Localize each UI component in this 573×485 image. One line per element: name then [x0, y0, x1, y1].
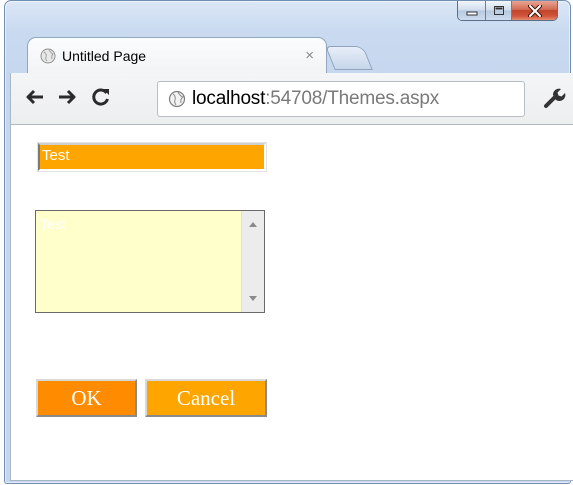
back-arrow-icon — [26, 89, 43, 105]
browser-toolbar: localhost:54708/Themes.aspx — [10, 73, 573, 125]
globe-icon — [40, 48, 56, 64]
back-button[interactable] — [23, 85, 47, 109]
close-window-button[interactable] — [511, 1, 557, 20]
test-textarea[interactable]: Test — [35, 210, 265, 313]
tab-title: Untitled Page — [62, 48, 147, 64]
scroll-down-arrow-icon[interactable] — [249, 296, 257, 302]
scroll-up-arrow-icon[interactable] — [249, 221, 257, 227]
browser-window: Untitled Page × localhost:54708/Themes.a… — [4, 0, 573, 484]
reload-button[interactable] — [89, 85, 113, 109]
address-bar[interactable]: localhost:54708/Themes.aspx — [157, 81, 525, 117]
forward-button[interactable] — [55, 85, 79, 109]
globe-icon — [168, 90, 186, 108]
ok-button[interactable]: OK — [36, 379, 137, 417]
forward-arrow-icon — [59, 89, 76, 105]
test-textbox[interactable]: Test — [37, 142, 267, 172]
minimize-button[interactable] — [458, 1, 485, 20]
url-path: :54708/Themes.aspx — [265, 88, 440, 109]
reload-icon — [92, 88, 109, 106]
cancel-button[interactable]: Cancel — [145, 379, 267, 417]
textarea-value: Test — [40, 216, 66, 232]
browser-tab[interactable]: Untitled Page × — [27, 37, 327, 74]
settings-button[interactable] — [540, 85, 566, 111]
wrench-icon — [544, 88, 566, 108]
url-host: localhost — [192, 88, 266, 109]
window-caption-buttons — [457, 1, 558, 21]
minimize-icon — [466, 11, 477, 15]
maximize-button[interactable] — [485, 1, 511, 20]
tab-close-button[interactable]: × — [305, 47, 314, 64]
new-tab-button[interactable] — [325, 46, 373, 70]
page-content: Test Test OK Cancel — [10, 125, 573, 481]
address-url: localhost:54708/Themes.aspx — [192, 88, 439, 110]
textarea-scrollbar[interactable] — [241, 211, 264, 312]
close-icon — [527, 4, 542, 17]
maximize-icon — [493, 6, 504, 15]
